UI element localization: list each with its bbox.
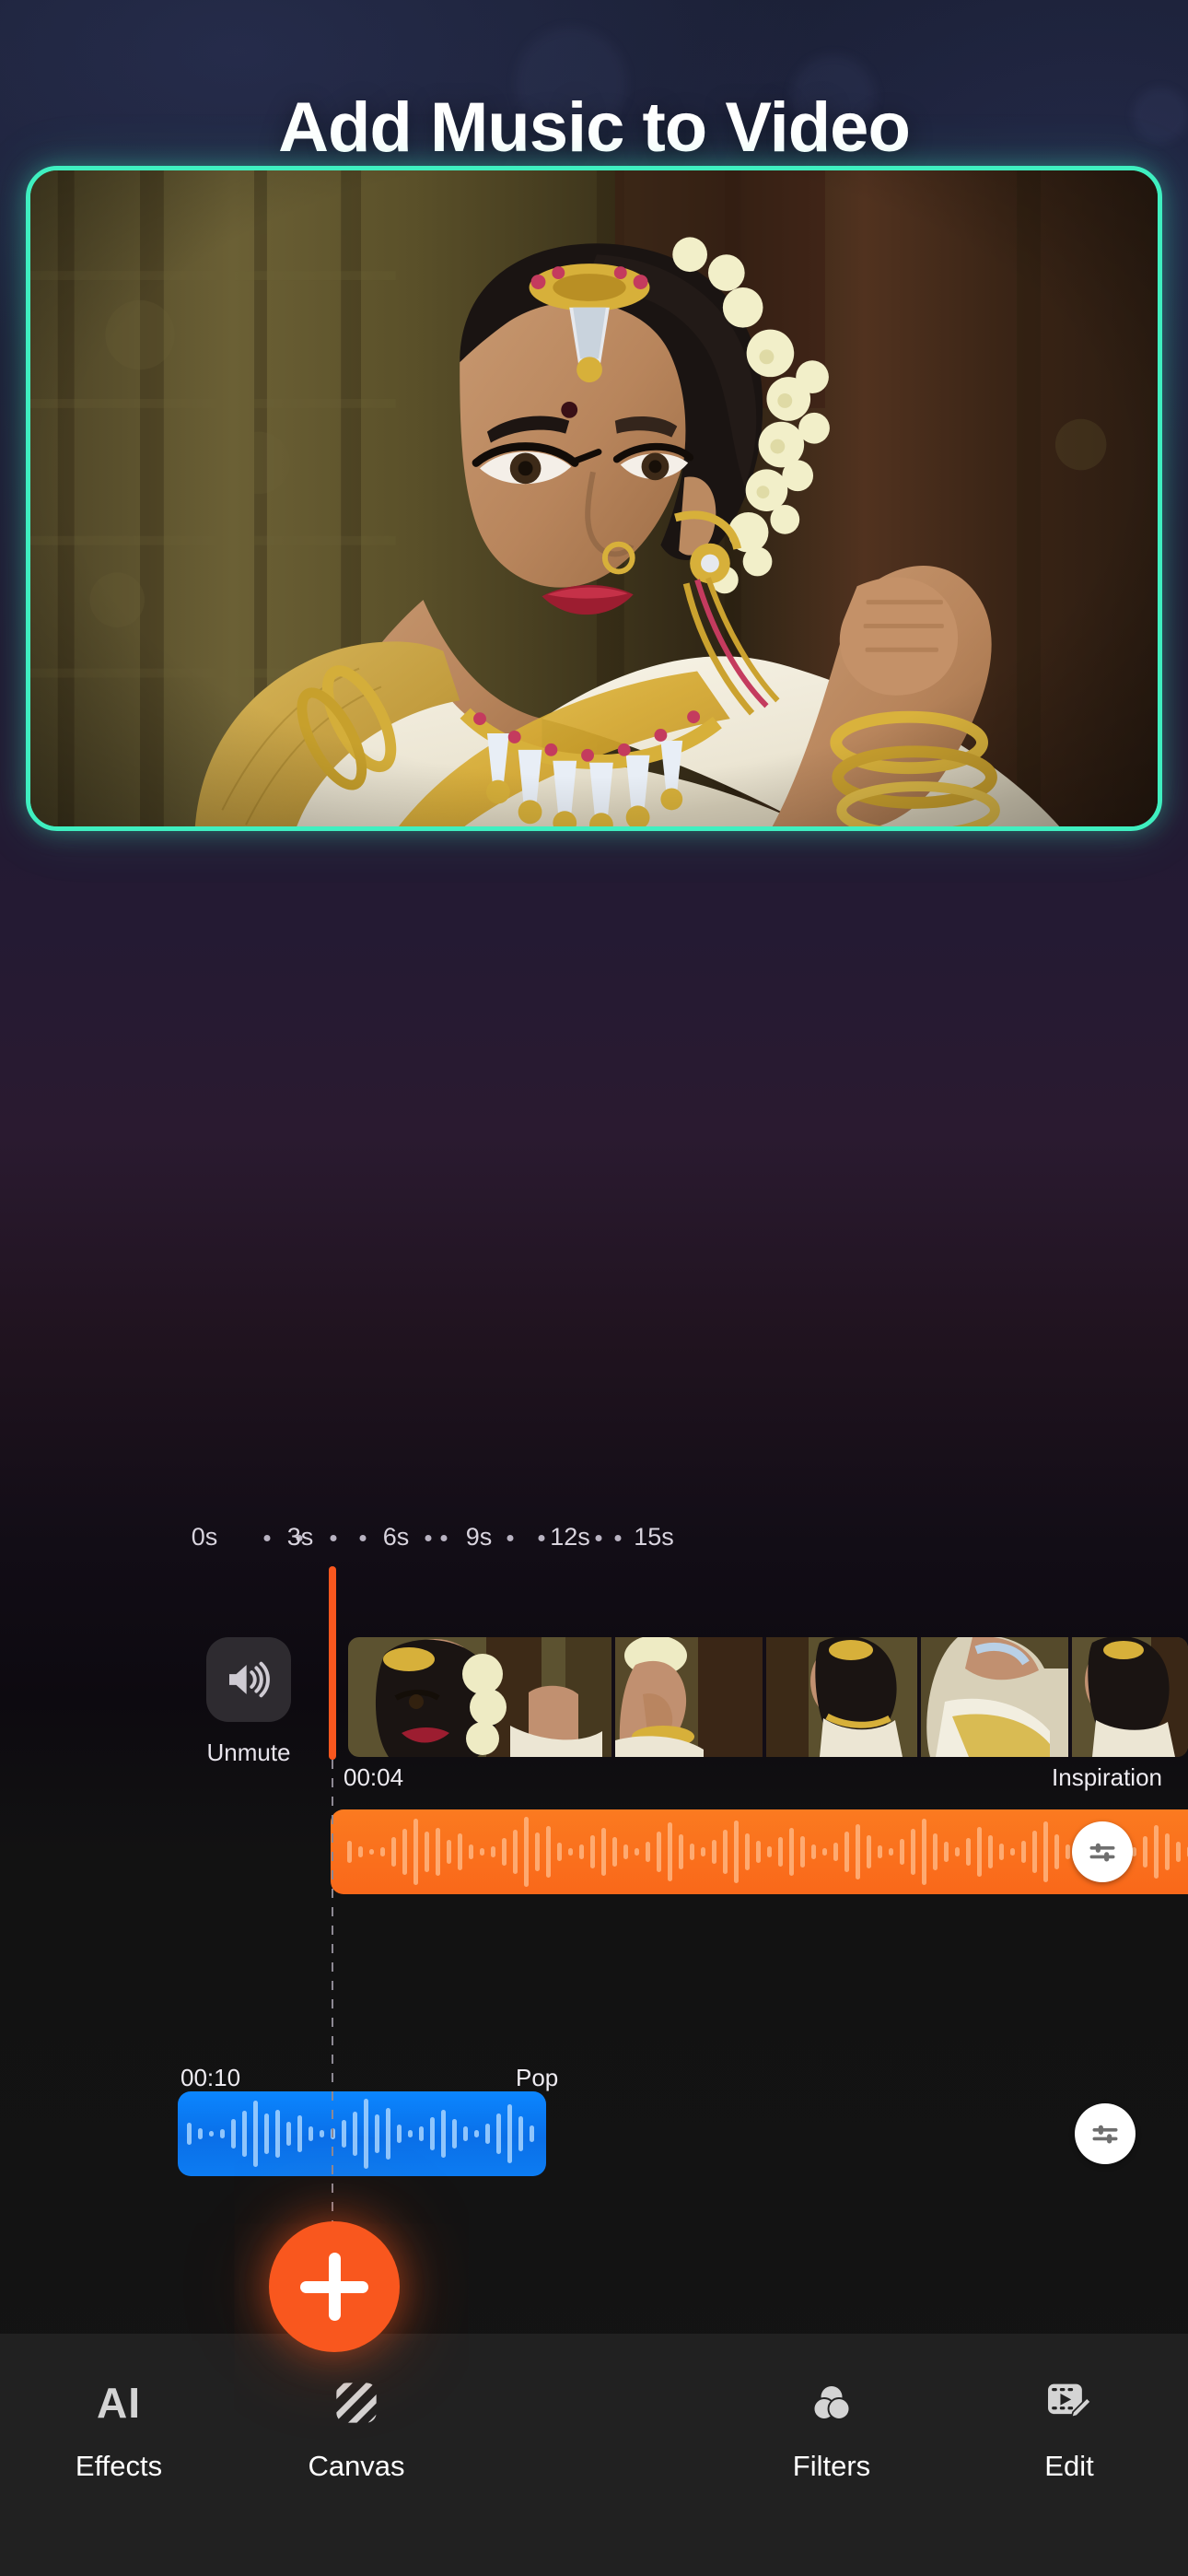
ruler-tick [263, 1535, 271, 1541]
edit-glyph [1048, 2383, 1092, 2418]
page-title: Add Music to Video [278, 88, 911, 167]
audio-track-name: Inspiration [1052, 1763, 1162, 1791]
unmute-label: Unmute [206, 1739, 291, 1766]
nav-label-effects: Effects [75, 2450, 163, 2482]
ruler-label: 6s [382, 1523, 410, 1551]
playhead-line [332, 1760, 333, 2285]
diagonal-stripes-icon [331, 2377, 382, 2429]
app-root: Add Music to Video 0s 3s 6s 9s 12s 15s U… [0, 0, 1188, 2576]
video-clip-strip[interactable] [348, 1637, 1188, 1757]
ruler-tick [595, 1535, 602, 1541]
speaker-wave-icon [229, 1661, 270, 1698]
film-pencil-icon [1043, 2377, 1095, 2429]
thumb-art [1072, 1637, 1188, 1757]
ruler-label: 15s [634, 1523, 674, 1551]
video-preview-frame [30, 170, 1158, 826]
sliders-icon [1089, 1843, 1115, 1862]
ruler-tick [425, 1535, 432, 1541]
bottom-nav-items: AI Effects Canvas Filters Edit [0, 2334, 1188, 2576]
ruler-tick [538, 1535, 545, 1541]
waveform [187, 2099, 534, 2169]
audio-track-name: Pop [516, 2064, 559, 2091]
ruler-tick [507, 1535, 514, 1541]
plus-icon-vertical [328, 2253, 341, 2321]
bottom-navigation-bar: AI Effects Canvas Filters Edit [0, 2334, 1188, 2576]
nav-label-edit: Edit [1044, 2450, 1094, 2482]
nav-item-edit[interactable]: Edit [950, 2334, 1188, 2482]
sliders-icon [1092, 2125, 1118, 2144]
nav-item-canvas[interactable]: Canvas [238, 2334, 475, 2482]
audio-track-time: 00:10 [181, 2064, 241, 2091]
unmute-button[interactable] [206, 1637, 291, 1722]
audio-settings-button-pop[interactable] [1075, 2103, 1136, 2164]
clip-thumbnail[interactable] [766, 1637, 917, 1757]
ai-icon-text: AI [97, 2379, 141, 2427]
waveform [347, 1817, 1188, 1887]
audio-settings-button-inspiration[interactable] [1072, 1821, 1133, 1882]
add-button[interactable] [269, 2221, 400, 2352]
clip-thumbnail[interactable] [615, 1637, 763, 1757]
video-preview[interactable] [26, 166, 1162, 831]
thumb-art [766, 1637, 917, 1757]
ruler-tick [440, 1535, 448, 1541]
ruler-tick [614, 1535, 622, 1541]
ruler-label: 9s [465, 1523, 493, 1551]
ai-icon: AI [93, 2377, 145, 2429]
color-circles-icon [806, 2377, 857, 2429]
nav-label-canvas: Canvas [308, 2450, 405, 2482]
ruler-label: 3s [286, 1523, 314, 1551]
clip-thumbnail[interactable] [921, 1637, 1068, 1757]
timeline-ruler[interactable]: 0s 3s 6s 9s 12s 15s [0, 1520, 1188, 1553]
nav-item-effects[interactable]: AI Effects [0, 2334, 238, 2482]
audio-track-time: 00:04 [344, 1763, 404, 1791]
filters-glyph [812, 2386, 851, 2420]
audio-clip-inspiration[interactable] [331, 1809, 1188, 1894]
ruler-label: 0s [191, 1523, 218, 1551]
thumb-art [348, 1637, 611, 1757]
ruler-tick [330, 1535, 337, 1541]
thumb-art [921, 1637, 1068, 1757]
nav-label-filters: Filters [792, 2450, 871, 2482]
clip-thumbnail[interactable] [348, 1637, 611, 1757]
ruler-tick [359, 1535, 367, 1541]
playhead-handle[interactable] [329, 1566, 336, 1760]
ruler-label: 12s [550, 1523, 590, 1551]
clip-thumbnail[interactable] [1072, 1637, 1188, 1757]
nav-item-filters[interactable]: Filters [713, 2334, 950, 2482]
thumb-art [615, 1637, 763, 1757]
canvas-glyph [336, 2383, 377, 2423]
audio-clip-pop[interactable] [178, 2091, 546, 2176]
